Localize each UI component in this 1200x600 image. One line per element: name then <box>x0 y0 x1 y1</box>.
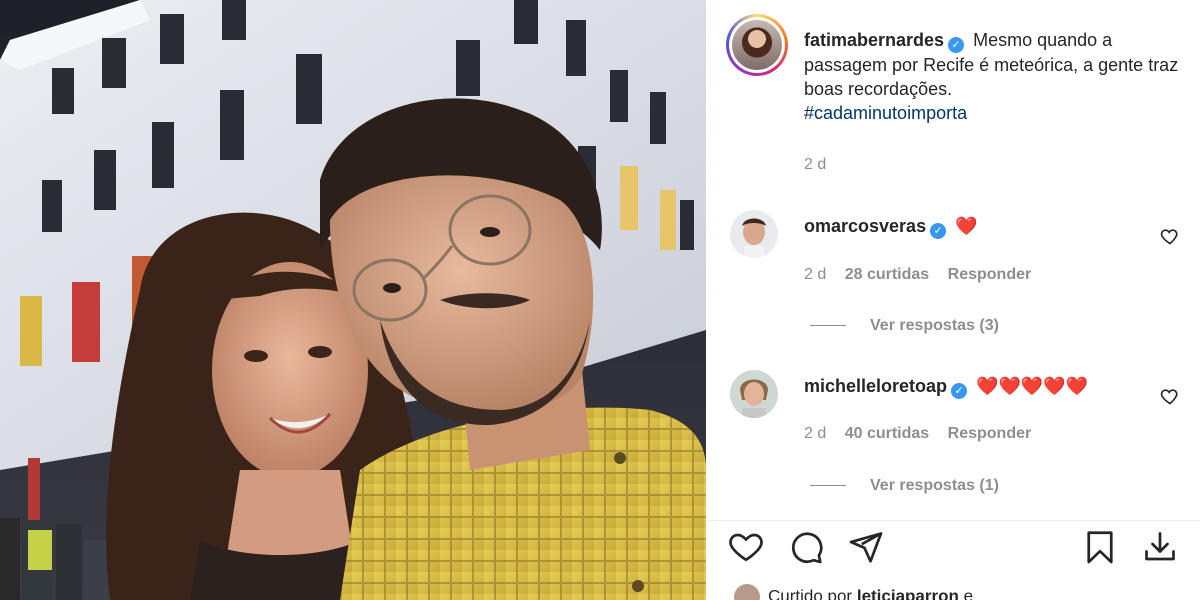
send-icon[interactable] <box>848 529 884 565</box>
verified-badge-icon: ✓ <box>951 383 968 399</box>
liked-by-prefix: Curtido por <box>768 586 853 600</box>
replies-divider <box>810 325 846 327</box>
comment-like-heart-icon[interactable] <box>1160 226 1180 246</box>
view-replies-label: Ver respostas (3) <box>870 317 999 334</box>
post-photo[interactable] <box>0 0 706 600</box>
heart-icon[interactable] <box>728 529 764 565</box>
liker-username[interactable]: leticiaparron <box>857 586 959 600</box>
verified-badge-icon: ✓ <box>930 223 947 239</box>
reply-button[interactable]: Responder <box>948 266 1032 283</box>
post-caption: fatimabernardes ✓ Mesmo quando a passagem… <box>804 28 1184 125</box>
post-panel: fatimabernardes ✓ Mesmo quando a passagem… <box>706 0 1200 600</box>
comment-text: ❤️ <box>955 216 978 236</box>
commenter-username[interactable]: omarcosveras <box>804 216 926 236</box>
view-replies-button[interactable]: Ver respostas (3) <box>810 317 999 335</box>
selfie-image <box>0 0 706 600</box>
reply-button[interactable]: Responder <box>948 425 1032 442</box>
comment-text: ❤️❤️❤️❤️❤️ <box>976 376 1089 396</box>
liked-by-suffix: e <box>963 586 974 600</box>
comment-icon[interactable] <box>788 529 824 565</box>
comment-meta: 2 d 28 curtidas Responder <box>804 266 1045 284</box>
comment-time[interactable]: 2 d <box>804 266 826 283</box>
download-icon[interactable] <box>1142 529 1178 565</box>
bookmark-icon[interactable] <box>1082 529 1118 565</box>
post-timestamp[interactable]: 2 d <box>804 156 826 174</box>
liked-by-line: Curtido por leticiaparron e <box>734 584 973 600</box>
comment-meta: 2 d 40 curtidas Responder <box>804 425 1045 443</box>
action-bar <box>706 520 1200 572</box>
commenter-avatar[interactable] <box>730 210 778 258</box>
liker-avatar[interactable] <box>734 584 760 600</box>
author-avatar[interactable] <box>726 14 788 76</box>
view-replies-button[interactable]: Ver respostas (1) <box>810 477 999 495</box>
replies-divider <box>810 485 846 487</box>
hashtag-link[interactable]: #cadaminutoimporta <box>804 103 967 123</box>
author-username[interactable]: fatimabernardes <box>804 30 944 50</box>
comment-likes-count[interactable]: 28 curtidas <box>845 266 929 283</box>
verified-badge-icon: ✓ <box>948 37 965 53</box>
commenter-username[interactable]: michelleloretoap <box>804 376 947 396</box>
comment-likes-count[interactable]: 40 curtidas <box>845 425 929 442</box>
commenter-avatar[interactable] <box>730 370 778 418</box>
comment-like-heart-icon[interactable] <box>1160 386 1180 406</box>
comment-time[interactable]: 2 d <box>804 425 826 442</box>
view-replies-label: Ver respostas (1) <box>870 477 999 494</box>
